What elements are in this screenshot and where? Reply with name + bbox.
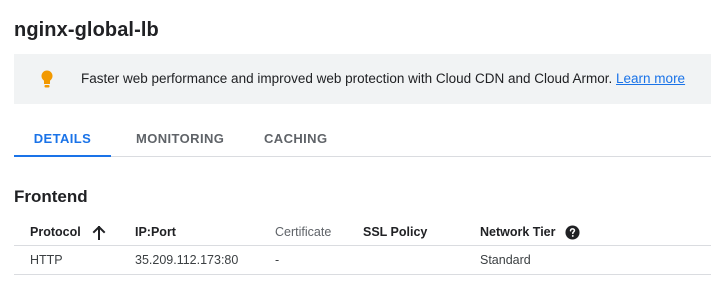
tab-monitoring[interactable]: MONITORING (136, 122, 224, 157)
cell-network-tier: Standard (480, 253, 531, 267)
column-header-network-tier: Network Tier (480, 218, 580, 246)
help-icon[interactable] (565, 225, 580, 240)
column-header-certificate: Certificate (275, 225, 332, 239)
banner-message: Faster web performance and improved web … (81, 71, 685, 86)
table-header: Protocol IP:Port Certificate SSL Policy … (14, 218, 711, 246)
frontend-table: Protocol IP:Port Certificate SSL Policy … (14, 218, 711, 275)
learn-more-link[interactable]: Learn more (616, 71, 685, 86)
frontend-section-title: Frontend (14, 187, 88, 206)
column-header-label: Protocol (30, 225, 81, 239)
tab-bar: DETAILS MONITORING CACHING (14, 122, 711, 157)
arrow-up-icon[interactable] (92, 225, 106, 240)
tab-details[interactable]: DETAILS (14, 122, 111, 157)
lightbulb-icon (41, 70, 53, 88)
column-header-protocol[interactable]: Protocol (30, 218, 106, 246)
banner-text: Faster web performance and improved web … (81, 71, 613, 86)
cell-ip-port: 35.209.112.173:80 (135, 253, 239, 267)
cell-protocol: HTTP (30, 253, 63, 267)
column-header-ssl-policy: SSL Policy (363, 225, 428, 239)
table-row: HTTP 35.209.112.173:80 - Standard (14, 246, 711, 275)
cell-certificate: - (275, 253, 280, 267)
page-title: nginx-global-lb (14, 19, 159, 41)
tab-caching[interactable]: CACHING (264, 122, 327, 157)
column-header-ip-port: IP:Port (135, 225, 176, 239)
column-header-label: Network Tier (480, 225, 556, 239)
promo-banner: Faster web performance and improved web … (14, 54, 711, 104)
